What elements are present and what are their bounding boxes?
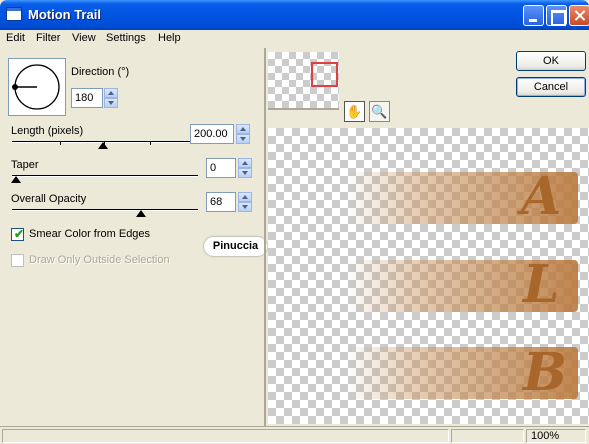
spin-up-icon[interactable] — [238, 192, 252, 202]
draw-only-label: Draw Only Outside Selection — [29, 254, 170, 266]
length-spinner[interactable] — [236, 124, 250, 144]
title-bar: Motion Trail — [0, 0, 589, 30]
navigator-viewport-rect[interactable] — [311, 62, 338, 87]
close-button[interactable] — [569, 5, 589, 26]
spin-up-icon[interactable] — [238, 158, 252, 168]
status-bar — [0, 426, 589, 444]
slider-tick — [60, 141, 61, 145]
taper-label: Taper — [11, 159, 39, 171]
menu-help[interactable]: Help — [158, 32, 181, 44]
panel-divider — [264, 48, 266, 426]
smear-label: Smear Color from Edges — [29, 228, 151, 240]
slider-tick — [150, 141, 151, 145]
menu-filter[interactable]: Filter — [36, 32, 60, 44]
direction-dial[interactable] — [8, 58, 66, 116]
direction-label: Direction (°) — [71, 66, 130, 78]
minimize-button[interactable] — [523, 5, 544, 26]
menu-view[interactable]: View — [72, 32, 96, 44]
letter-a: A — [521, 166, 562, 227]
author-badge: Pinuccia — [204, 237, 267, 256]
taper-slider-track[interactable] — [12, 175, 198, 177]
smear-checkbox[interactable]: ✔ — [11, 227, 25, 241]
length-label: Length (pixels) — [11, 125, 84, 137]
opacity-label: Overall Opacity — [11, 193, 87, 205]
hand-icon[interactable]: ✋ — [344, 101, 365, 122]
menu-settings[interactable]: Settings — [106, 32, 146, 44]
opacity-slider-track[interactable] — [12, 209, 198, 211]
magnifier-icon[interactable]: 🔍 — [369, 101, 390, 122]
spin-down-icon[interactable] — [236, 134, 250, 144]
spin-down-icon[interactable] — [104, 98, 118, 108]
maximize-button[interactable] — [546, 5, 567, 26]
direction-input[interactable]: 180 — [71, 88, 103, 108]
spin-up-icon[interactable] — [104, 88, 118, 98]
spin-up-icon[interactable] — [236, 124, 250, 134]
taper-slider-thumb[interactable] — [11, 176, 21, 183]
window-title: Motion Trail — [28, 7, 101, 22]
spin-down-icon[interactable] — [238, 168, 252, 178]
spin-down-icon[interactable] — [238, 202, 252, 212]
menu-bar: Edit Filter View Settings Help — [0, 30, 589, 48]
opacity-input[interactable]: 68 — [206, 192, 236, 212]
cancel-button[interactable]: Cancel — [516, 77, 586, 97]
length-slider-thumb[interactable] — [98, 142, 108, 149]
taper-input[interactable]: 0 — [206, 158, 236, 178]
ok-button[interactable]: OK — [516, 51, 586, 71]
app-icon — [6, 7, 22, 21]
direction-spinner[interactable] — [104, 88, 118, 108]
draw-only-checkbox — [11, 254, 24, 267]
menu-edit[interactable]: Edit — [6, 32, 25, 44]
opacity-slider-thumb[interactable] — [136, 210, 146, 217]
letter-l: L — [523, 254, 560, 315]
preview-canvas[interactable]: A L B — [268, 128, 589, 424]
taper-spinner[interactable] — [238, 158, 252, 178]
letter-b: B — [523, 342, 567, 403]
direction-dial-icon — [12, 64, 60, 110]
checkmark-icon: ✔ — [14, 227, 25, 241]
status-cell-mid — [451, 429, 524, 443]
opacity-spinner[interactable] — [238, 192, 252, 212]
status-cell-main — [2, 429, 449, 443]
zoom-level: 100% — [531, 430, 560, 442]
length-input[interactable]: 200.00 — [190, 124, 234, 144]
